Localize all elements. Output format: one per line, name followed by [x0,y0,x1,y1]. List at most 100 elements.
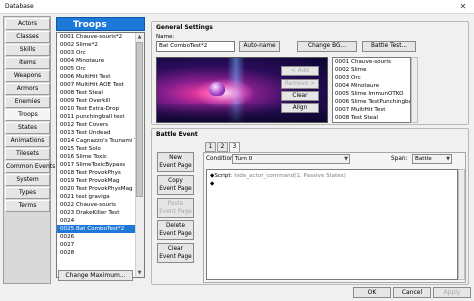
category-common-events[interactable]: Common Events [5,161,55,173]
enemy-list-item[interactable]: 0003 Orc [333,74,410,82]
align-enemies-button[interactable]: Align [281,103,319,113]
button-line-1: Delete [165,223,186,229]
span-value: Battle [415,156,432,162]
close-icon[interactable]: ✕ [457,2,469,12]
conditions-select[interactable]: Turn 0 ▼ [232,154,350,164]
delete-event-page-button[interactable]: Delete Event Page [157,220,194,240]
category-items[interactable]: Items [5,57,50,69]
troop-item[interactable]: 0001 Chauve-souris*2 [57,33,144,41]
add-enemy-button[interactable]: < Add [281,66,319,76]
button-line-2: Event Page [159,231,192,237]
name-label: Name: [156,34,175,40]
category-armors[interactable]: Armors [5,83,50,95]
cancel-button[interactable]: Cancel [393,287,431,298]
troop-item[interactable]: 0026 [57,233,144,241]
enemy-list-item[interactable]: 0006 Slime TestPunchingball [333,98,410,106]
button-line-2: Event Page [159,163,192,169]
tab-page-2[interactable]: 2 [217,142,228,152]
enemy-list-scrollbar[interactable] [411,57,418,123]
troops-list[interactable]: 0001 Chauve-souris*2 0002 Slime*2 0003 O… [56,32,145,278]
troop-item[interactable]: 0014 Cagnazzo's Tsunami T [57,137,144,145]
remove-enemy-button[interactable]: Remove > [281,79,319,89]
troop-name-input[interactable]: Bat ComboTest*2 [156,41,235,52]
enemy-list[interactable]: 0001 Chauve-souris 0002 Slime 0003 Orc 0… [332,57,411,123]
category-tilesets[interactable]: Tilesets [5,148,50,160]
category-troops[interactable]: Troops [5,109,50,121]
troop-item[interactable]: 0027 [57,241,144,249]
button-line-2: Event Page [159,186,192,192]
troop-item[interactable]: 0004 Minotaure [57,57,144,65]
troop-item[interactable]: 0006 MultiHit Test [57,73,144,81]
conditions-value: Turn 0 [235,156,253,162]
troop-item[interactable]: 0028 [57,249,144,257]
enemy-list-item[interactable]: 0008 Test Steal [333,114,410,122]
category-skills[interactable]: Skills [5,44,50,56]
scroll-down-icon[interactable]: ▼ [136,269,143,277]
troop-item[interactable]: 0020 Test ProvokPhysMag [57,185,144,193]
troops-scroll-thumb[interactable] [136,42,143,197]
general-settings-title: General Settings [156,24,213,31]
troop-item[interactable]: 0012 Test Covers [57,121,144,129]
category-animations[interactable]: Animations [5,135,50,147]
troop-item[interactable]: 0008 Test Steal [57,89,144,97]
copy-event-page-button[interactable]: Copy Event Page [157,175,194,195]
battle-test-button[interactable]: Battle Test... [362,41,416,52]
enemy-list-item[interactable]: 0007 MultiHit Test [333,106,410,114]
category-weapons[interactable]: Weapons [5,70,50,82]
category-actors[interactable]: Actors [5,18,50,30]
category-panel: Actors Classes Skills Items Weapons Armo… [3,16,55,284]
category-types[interactable]: Types [5,187,50,199]
enemy-list-item[interactable]: 0002 Slime [333,66,410,74]
troop-item[interactable]: 0016 Slime Toxic [57,153,144,161]
enemy-list-item[interactable]: 0005 Slime ImmunOTKO [333,90,410,98]
troop-item[interactable]: 0010 Test Extra-Drop [57,105,144,113]
change-maximum-button[interactable]: Change Maximum... [58,270,133,281]
category-terms[interactable]: Terms [5,200,50,212]
troop-item[interactable]: 0018 Test ProvokPhys [57,169,144,177]
troop-item[interactable]: 0024 [57,217,144,225]
troop-item[interactable]: 0003 Orc [57,49,144,57]
troops-header: Troops [56,17,145,31]
clear-event-page-button[interactable]: Clear Event Page [157,243,194,263]
apply-button[interactable]: Apply [433,287,471,298]
event-command-line[interactable]: ◆Script: hide_actor_command(1, Passive S… [210,173,346,179]
troop-item[interactable]: 0021 test graviga [57,193,144,201]
button-line-2: Event Page [159,254,192,260]
troop-item-selected[interactable]: 0025 Bat ComboTest*2 [57,225,144,233]
paste-event-page-button[interactable]: Paste Event Page [157,198,194,218]
category-states[interactable]: States [5,122,50,134]
clear-enemies-button[interactable]: Clear [281,91,319,101]
event-list-scrollbar[interactable] [458,169,465,280]
span-select[interactable]: Battle ▼ [412,154,452,164]
troop-item[interactable]: 0017 SlimeToxicBypass [57,161,144,169]
button-line-1: Paste [167,201,184,207]
auto-name-button[interactable]: Auto-name [239,41,280,52]
title-bar: Database ✕ [0,0,474,14]
troop-item[interactable]: 0002 Slime*2 [57,41,144,49]
chevron-down-icon: ▼ [344,156,348,162]
troop-item[interactable]: 0015 Test Solo [57,145,144,153]
change-bg-button[interactable]: Change BG... [297,41,357,52]
troop-item[interactable]: 0005 Orc [57,65,144,73]
enemy-list-item[interactable]: 0004 Minotaure [333,82,410,90]
event-command-line[interactable]: ◆ [210,181,214,187]
ok-button[interactable]: OK [353,287,391,298]
troop-item[interactable]: 0019 Test ProvokMag [57,177,144,185]
category-enemies[interactable]: Enemies [5,96,50,108]
scroll-up-icon[interactable]: ▲ [136,33,143,41]
troop-item[interactable]: 0013 Test Undead [57,129,144,137]
battle-event-title: Battle Event [156,131,198,138]
troop-item[interactable]: 0009 Test Overkill [57,97,144,105]
enemy-sprite[interactable] [209,82,225,96]
tab-page-1[interactable]: 1 [205,142,216,152]
enemy-list-item[interactable]: 0001 Chauve-souris [333,58,410,66]
category-system[interactable]: System [5,174,50,186]
troop-item[interactable]: 0022 Chauve-souris [57,201,144,209]
troop-item[interactable]: 0007 MultiHit AOE Test [57,81,144,89]
troop-item[interactable]: 0011 punchingball test [57,113,144,121]
new-event-page-button[interactable]: New Event Page [157,152,194,172]
troop-item[interactable]: 0023 DrakeKiller Test [57,209,144,217]
event-command-list[interactable]: ◆Script: hide_actor_command(1, Passive S… [206,169,458,280]
category-classes[interactable]: Classes [5,31,50,43]
button-line-1: Clear [167,246,184,252]
